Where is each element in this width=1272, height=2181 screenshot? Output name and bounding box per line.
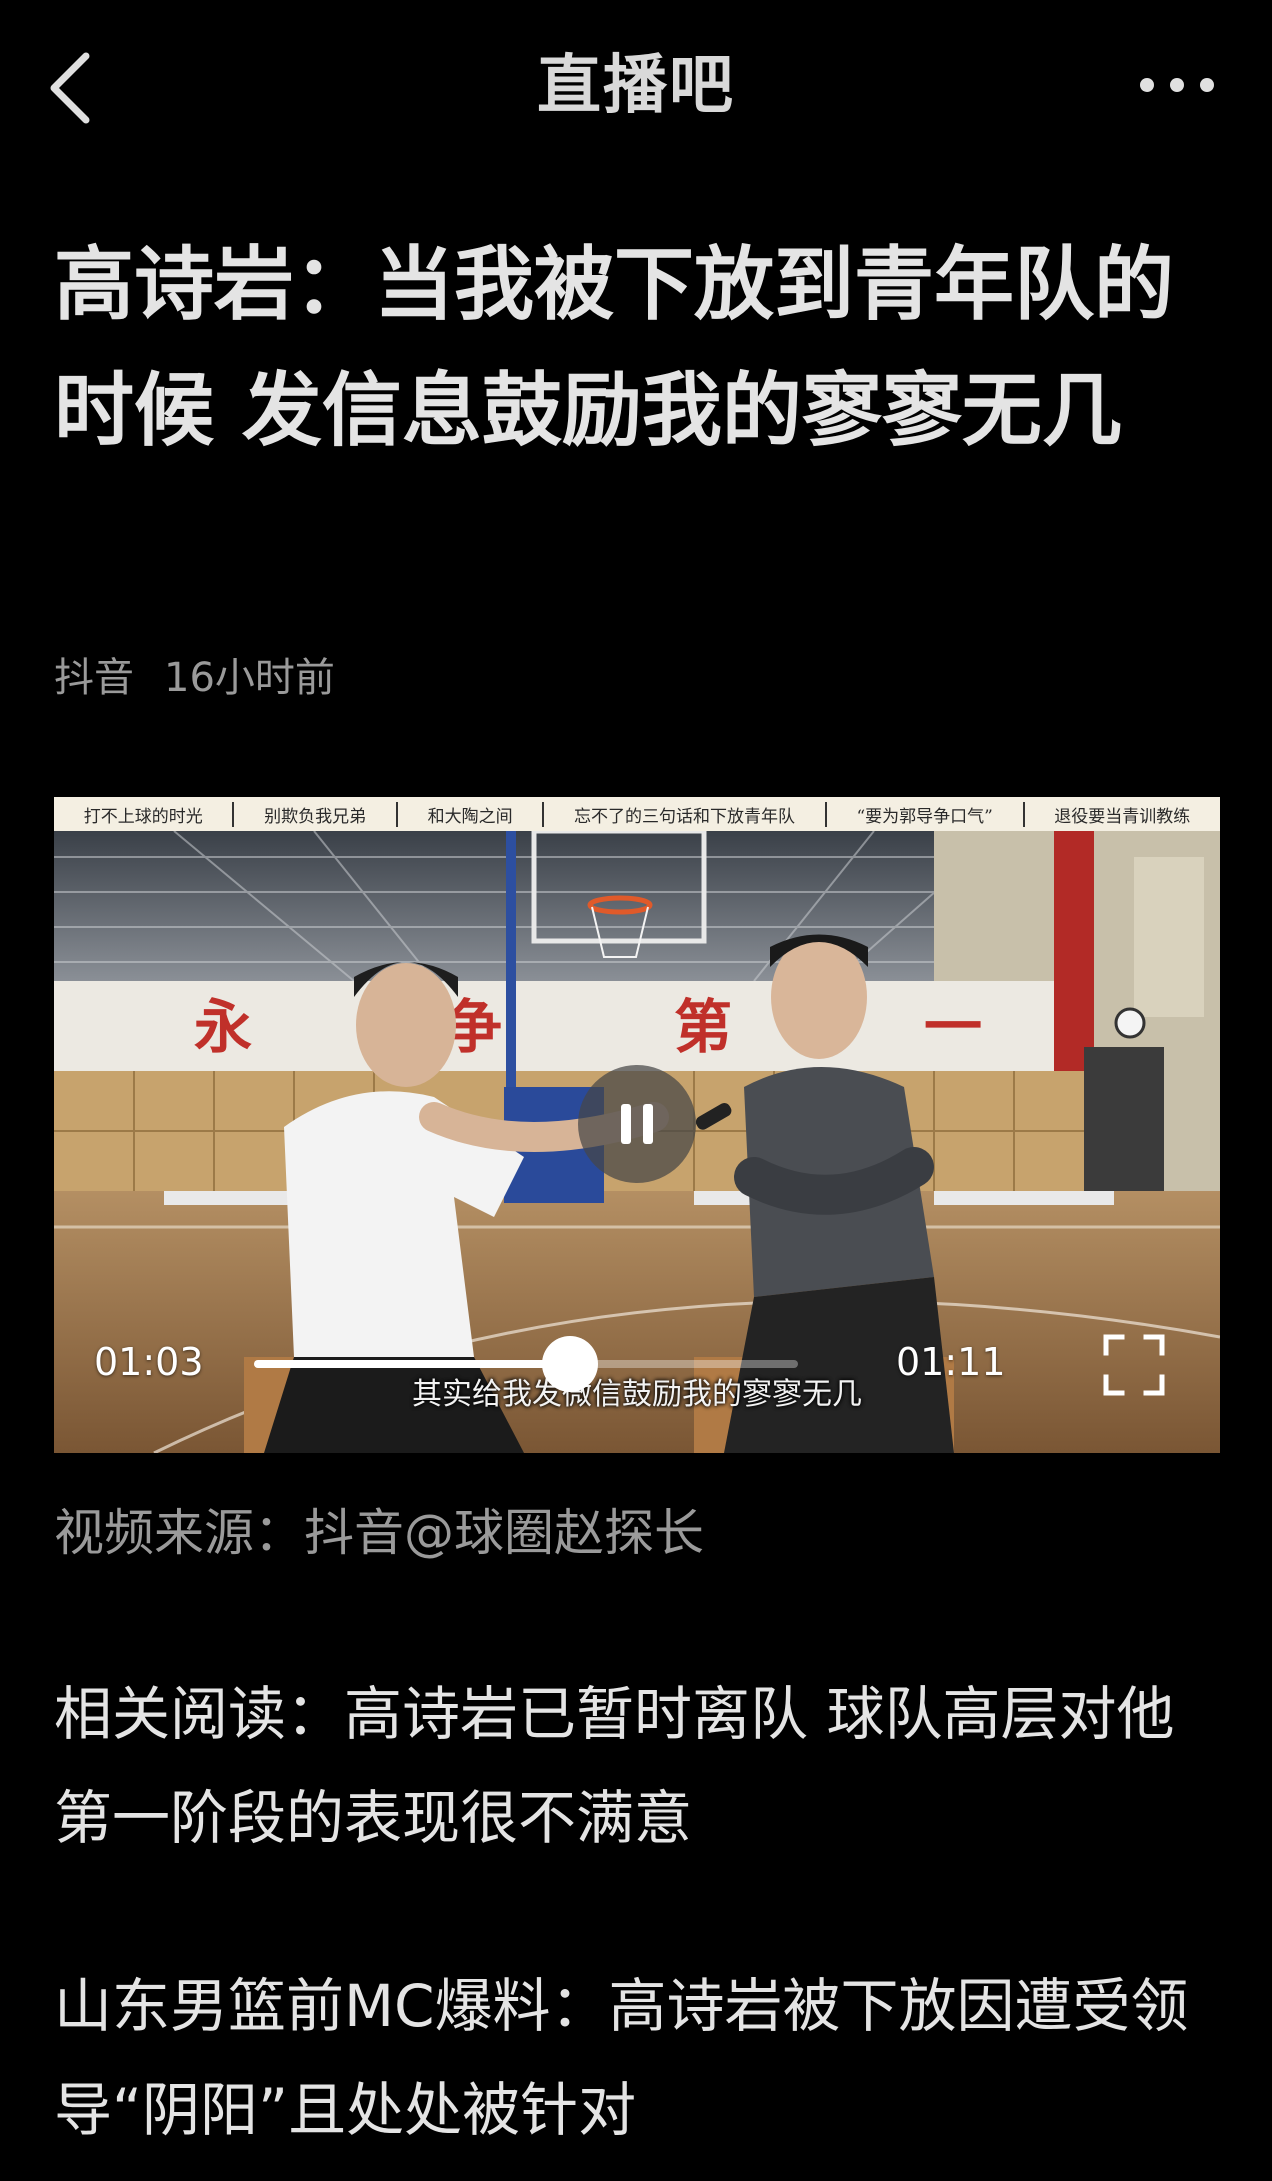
pause-button[interactable] bbox=[578, 1065, 696, 1183]
chapter-label[interactable]: 和大陶之间 bbox=[398, 801, 545, 827]
chapter-label[interactable]: 退役要当青训教练 bbox=[1025, 802, 1220, 827]
svg-text:第: 第 bbox=[674, 993, 732, 1061]
progress-fill bbox=[254, 1360, 570, 1368]
article-meta: 抖音 16小时前 bbox=[54, 648, 335, 708]
fullscreen-button[interactable] bbox=[1102, 1333, 1166, 1397]
video-player[interactable]: 永 争 第 一 打不上球的时光 别欺负我兄弟 和大陶之间 忘不了的三句话和下放青… bbox=[54, 797, 1220, 1453]
top-bar: 直播吧 bbox=[0, 0, 1272, 172]
article-title: 高诗岩：当我被下放到青年队的时候 发信息鼓励我的寥寥无几 bbox=[54, 238, 1174, 457]
progress-bar[interactable] bbox=[254, 1336, 798, 1392]
article-source: 抖音 bbox=[54, 655, 134, 701]
duration: 01:11 bbox=[896, 1340, 1006, 1384]
chapter-label[interactable]: 打不上球的时光 bbox=[54, 801, 235, 827]
app-title: 直播吧 bbox=[537, 49, 735, 123]
more-button[interactable] bbox=[1122, 60, 1232, 110]
chapter-label[interactable]: “要为郭导争口气” bbox=[827, 801, 1025, 827]
more-horizontal-icon bbox=[1140, 78, 1214, 92]
chapter-strip: 打不上球的时光 别欺负我兄弟 和大陶之间 忘不了的三句话和下放青年队 “要为郭导… bbox=[54, 797, 1220, 831]
related-article-link[interactable]: 山东男篮前MC爆料：高诗岩被下放因遭受领导“阴阳”且处处被针对 bbox=[54, 1954, 1224, 2162]
chapter-label[interactable]: 忘不了的三句话和下放青年队 bbox=[544, 801, 827, 827]
video-source: 视频来源：抖音@球圈赵探长 bbox=[54, 1504, 704, 1562]
related-article-link[interactable]: 相关阅读：高诗岩已暂时离队 球队高层对他第一阶段的表现很不满意 bbox=[54, 1662, 1224, 1870]
svg-text:一: 一 bbox=[924, 993, 982, 1061]
current-time: 01:03 bbox=[94, 1340, 204, 1384]
publish-time: 16小时前 bbox=[164, 655, 335, 701]
fullscreen-icon bbox=[1103, 1334, 1165, 1396]
svg-text:永: 永 bbox=[194, 993, 252, 1061]
video-subtitle: 其实给我发微信鼓励我的寥寥无几 bbox=[412, 1377, 862, 1412]
progress-thumb[interactable] bbox=[541, 1336, 598, 1392]
chapter-label[interactable]: 别欺负我兄弟 bbox=[234, 801, 398, 827]
pause-icon bbox=[621, 1104, 653, 1144]
